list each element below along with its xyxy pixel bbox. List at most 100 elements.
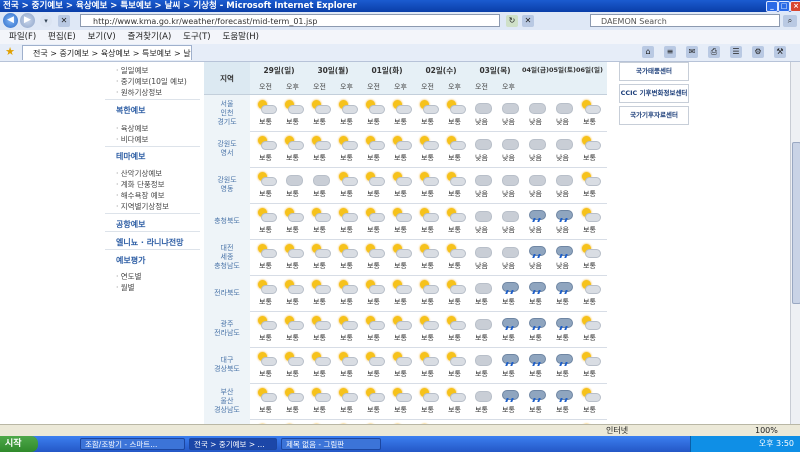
banner-climate-data[interactable]: 국가기후자료센터 bbox=[619, 106, 689, 125]
page-menu-icon[interactable]: ☰ bbox=[730, 46, 742, 58]
task-item-3[interactable]: 제목 없음 - 그림판 bbox=[281, 438, 381, 450]
task-item-2[interactable]: 전국 > 중기예보 > ... bbox=[189, 438, 277, 450]
stop-icon[interactable]: ✕ bbox=[58, 15, 70, 27]
address-input[interactable]: http://www.kma.go.kr/weather/forecast/mi… bbox=[80, 14, 500, 27]
sidebar-heading-theme[interactable]: 테마예보 bbox=[116, 151, 145, 162]
start-button[interactable]: 시작 bbox=[0, 436, 38, 452]
sidebar-item-beach[interactable]: 해수욕장 예보 bbox=[116, 190, 165, 201]
region-cell[interactable]: 강원도 영서 bbox=[204, 131, 250, 167]
rain-icon bbox=[527, 316, 546, 330]
search-icon[interactable]: ⌕ bbox=[783, 15, 797, 27]
precip-label: 보통 bbox=[448, 334, 461, 342]
feeds-icon[interactable]: ≡ bbox=[664, 46, 676, 58]
partly-cloudy-icon bbox=[581, 280, 601, 294]
forecast-cell: 보통 bbox=[360, 383, 387, 419]
precip-label: 보통 bbox=[421, 262, 434, 270]
precip-label: 보통 bbox=[340, 190, 353, 198]
region-cell[interactable]: 강원도 영동 bbox=[204, 167, 250, 203]
region-cell[interactable]: 광주 전라남도 bbox=[204, 311, 250, 347]
stop-icon-2[interactable]: ✕ bbox=[522, 15, 534, 27]
sidebar-heading-elnino[interactable]: 엘니뇨 · 라니냐전망 bbox=[116, 237, 184, 248]
sidebar-heading-complex[interactable]: 복한예보 bbox=[116, 105, 145, 116]
safety-menu-icon[interactable]: ⚙ bbox=[752, 46, 764, 58]
tools-menu-icon[interactable]: ⚒ bbox=[774, 46, 786, 58]
maximize-button[interactable]: □ bbox=[778, 1, 790, 12]
precip-label: 보통 bbox=[367, 406, 380, 414]
menu-favorites[interactable]: 즐겨찾기(A) bbox=[128, 30, 172, 44]
precip-label: 보통 bbox=[583, 406, 596, 414]
forecast-cell: 보통 bbox=[495, 347, 522, 383]
mail-icon[interactable]: ✉ bbox=[686, 46, 698, 58]
sidebar-item-yearly[interactable]: 연도별 bbox=[116, 271, 142, 282]
sidebar-item-land[interactable]: 육상예보 bbox=[116, 123, 149, 134]
forward-button[interactable]: ▶ bbox=[20, 13, 35, 28]
menu-help[interactable]: 도움말(H) bbox=[223, 30, 259, 44]
precip-label: 보통 bbox=[313, 262, 326, 270]
pm-header: 오후 bbox=[340, 83, 353, 91]
banner-ccic[interactable]: CCIC 기후변화정보센터 bbox=[619, 84, 689, 103]
partly-cloudy-icon bbox=[311, 352, 331, 366]
forecast-cell: 보통 bbox=[360, 239, 387, 275]
back-button[interactable]: ◀ bbox=[3, 13, 18, 28]
precip-label: 낮음 bbox=[529, 190, 542, 198]
home-icon[interactable]: ⌂ bbox=[642, 46, 654, 58]
sidebar-item-monthly[interactable]: 월별 bbox=[116, 282, 135, 293]
partly-cloudy-icon bbox=[419, 316, 439, 330]
sidebar-item-foliage[interactable]: 계화 단풍정보 bbox=[116, 179, 165, 190]
sidebar-item-info[interactable]: 원하기상정보 bbox=[116, 87, 162, 98]
go-icon[interactable]: ↻ bbox=[506, 15, 518, 27]
sidebar-item-sea[interactable]: 비다예보 bbox=[116, 134, 149, 145]
sidebar-item-mountain[interactable]: 산악기상예보 bbox=[116, 168, 162, 179]
forecast-cell: 보통 bbox=[333, 95, 360, 131]
sidebar-item-midterm[interactable]: 중기예보(10일 예보) bbox=[116, 76, 187, 87]
precip-label: 보통 bbox=[286, 406, 299, 414]
region-cell[interactable]: 충청북도 bbox=[204, 203, 250, 239]
cloudy-icon bbox=[473, 352, 492, 366]
sidebar-item-daily[interactable]: 일일예보 bbox=[116, 65, 149, 76]
region-cell[interactable]: 대전 세종 충청남도 bbox=[204, 239, 250, 275]
close-button[interactable]: × bbox=[790, 1, 800, 12]
tab-current[interactable]: 전국 > 중기예보 > 육상예보 > 특보예보 > 날... bbox=[22, 45, 192, 60]
partly-cloudy-icon bbox=[311, 316, 331, 330]
am-header: 오전 bbox=[313, 83, 326, 91]
vertical-scrollbar[interactable] bbox=[790, 62, 800, 424]
sidebar-item-regional[interactable]: 지역별기상정보 bbox=[116, 201, 169, 212]
precip-label: 보통 bbox=[421, 190, 434, 198]
print-icon[interactable]: ⎙ bbox=[708, 46, 720, 58]
precip-label: 보통 bbox=[286, 190, 299, 198]
forecast-cell: 보통 bbox=[279, 311, 306, 347]
precip-label: 보통 bbox=[367, 298, 380, 306]
cloudy-icon bbox=[500, 172, 519, 186]
precip-label: 보통 bbox=[448, 226, 461, 234]
precip-label: 보통 bbox=[448, 262, 461, 270]
forecast-cell: 보통 bbox=[414, 239, 441, 275]
forecast-cell: 낮음 bbox=[468, 167, 495, 203]
menu-file[interactable]: 파일(F) bbox=[9, 30, 36, 44]
region-cell[interactable]: 서울 인천 경기도 bbox=[204, 95, 250, 131]
menu-edit[interactable]: 편집(E) bbox=[48, 30, 76, 44]
forecast-cell: 보통 bbox=[333, 311, 360, 347]
partly-cloudy-icon bbox=[257, 352, 277, 366]
partly-cloudy-icon bbox=[284, 244, 304, 258]
cloudy-icon bbox=[500, 244, 519, 258]
region-cell[interactable]: 전라북도 bbox=[204, 275, 250, 311]
search-input[interactable]: DAEMON Search bbox=[590, 14, 780, 27]
menu-tools[interactable]: 도구(T) bbox=[183, 30, 210, 44]
banner-typhoon[interactable]: 국가태풍센터 bbox=[619, 62, 689, 81]
task-item-1[interactable]: 조함/조방기 - 스마트... bbox=[80, 438, 185, 450]
precip-label: 보통 bbox=[313, 406, 326, 414]
sidebar-heading-airport[interactable]: 공항예보 bbox=[116, 219, 145, 230]
precip-label: 보통 bbox=[529, 298, 542, 306]
page-content: 일일예보 중기예보(10일 예보) 원하기상정보 복한예보 육상예보 비다예보 … bbox=[0, 62, 790, 424]
region-cell[interactable]: 부산 울산 경상남도 bbox=[204, 383, 250, 419]
region-label: 대전 bbox=[220, 243, 234, 252]
favorites-star-icon[interactable]: ★ bbox=[4, 46, 16, 58]
region-cell[interactable]: 대구 경상북도 bbox=[204, 347, 250, 383]
minimize-button[interactable]: _ bbox=[766, 1, 778, 12]
menu-view[interactable]: 보기(V) bbox=[88, 30, 116, 44]
sidebar-heading-evaluation[interactable]: 예보평가 bbox=[116, 255, 145, 266]
partly-cloudy-icon bbox=[311, 100, 331, 114]
rain-icon bbox=[500, 316, 519, 330]
dropdown-icon[interactable]: ▾ bbox=[40, 15, 52, 27]
precip-label: 보통 bbox=[313, 226, 326, 234]
